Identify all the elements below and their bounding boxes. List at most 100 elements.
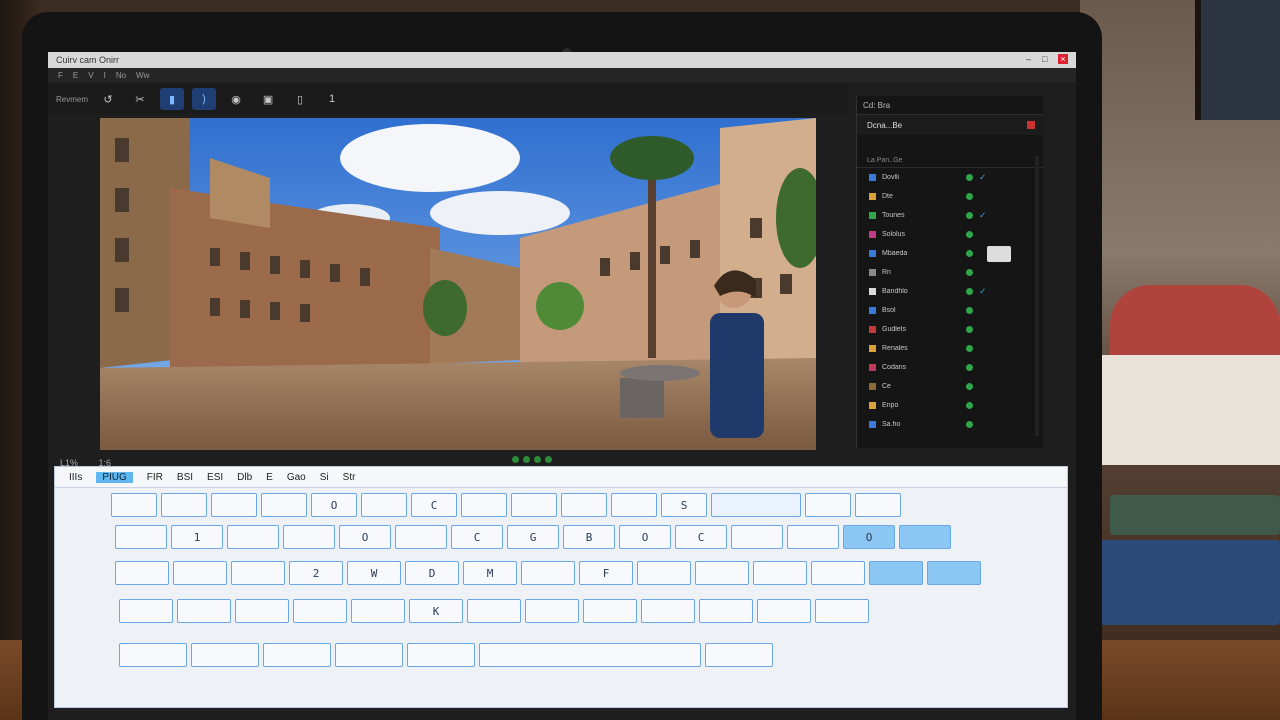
keyboard-key[interactable] [111,493,157,517]
check-icon[interactable]: ✓ [979,286,987,297]
visibility-icon[interactable] [966,212,973,219]
minimize-button[interactable]: – [1026,54,1036,64]
visibility-icon[interactable] [966,269,973,276]
keyboard-key[interactable]: O [311,493,357,517]
keyboard-key[interactable] [335,643,403,667]
select-icon[interactable]: ▮ [160,88,185,110]
visibility-icon[interactable] [966,364,973,371]
keyboard-key[interactable] [561,493,607,517]
toolbar-item[interactable]: Str [343,472,356,483]
keyboard-key[interactable]: C [451,525,503,549]
keyboard-key[interactable] [177,599,231,623]
keyboard-key[interactable] [351,599,405,623]
keyboard-key[interactable]: 2 [289,561,343,585]
keyboard-key[interactable] [115,561,169,585]
keyboard-key[interactable] [705,643,773,667]
keyboard-key[interactable] [227,525,279,549]
keyboard-key[interactable] [753,561,807,585]
keyboard-key[interactable] [119,599,173,623]
layer-filter[interactable]: La Pan..Ge [857,153,1043,168]
close-button[interactable]: × [1058,54,1068,64]
toolbar-item[interactable]: ESI [207,472,223,483]
toolbar-item[interactable]: Si [320,472,329,483]
layer-row[interactable]: Gudlets [857,320,1043,339]
keyboard-key[interactable] [811,561,865,585]
visibility-icon[interactable] [966,288,973,295]
visibility-icon[interactable] [966,383,973,390]
keyboard-key[interactable]: M [463,561,517,585]
keyboard-key[interactable] [467,599,521,623]
keyboard-key[interactable] [235,599,289,623]
toolbar-item[interactable]: FIR [147,472,163,483]
keyboard-key[interactable] [711,493,801,517]
keyboard-key[interactable] [757,599,811,623]
visibility-icon[interactable] [966,174,973,181]
keyboard-key[interactable] [115,525,167,549]
keyboard-key[interactable]: K [409,599,463,623]
layer-row[interactable]: Dte [857,187,1043,206]
keyboard-key[interactable]: F [579,561,633,585]
layer-row[interactable]: Bsol [857,301,1043,320]
keyboard-key[interactable] [787,525,839,549]
menu-item[interactable]: No [116,71,126,80]
keyboard-key[interactable]: O [843,525,895,549]
keyboard-key[interactable]: C [675,525,727,549]
text-icon[interactable]: 1 [320,88,344,110]
keyboard-key[interactable]: G [507,525,559,549]
keyboard-key[interactable]: B [563,525,615,549]
keyboard-key[interactable] [869,561,923,585]
keyboard-key[interactable] [119,643,187,667]
keyboard-key[interactable] [611,493,657,517]
layer-row[interactable]: Sa.ho [857,415,1043,434]
visibility-icon[interactable] [966,307,973,314]
keyboard-key[interactable] [731,525,783,549]
keyboard-key[interactable]: W [347,561,401,585]
visibility-icon[interactable] [966,326,973,333]
keyboard-key[interactable] [521,561,575,585]
menu-item[interactable]: I [104,71,106,80]
keyboard-key[interactable] [899,525,951,549]
brush-icon[interactable]: ) [192,88,217,110]
layer-row[interactable]: Sololus [857,225,1043,244]
panel-scrollbar[interactable] [1035,156,1039,436]
maximize-button[interactable]: □ [1042,54,1052,64]
keyboard-key[interactable] [461,493,507,517]
keyboard-key[interactable] [695,561,749,585]
menu-item[interactable]: Ww [136,71,149,80]
layer-row[interactable]: Ce [857,377,1043,396]
layer-row[interactable]: Bandhlo ✓ [857,282,1043,301]
keyboard-key[interactable] [283,525,335,549]
toolbar-item[interactable]: Dlb [237,472,252,483]
layer-row[interactable]: Rn [857,263,1043,282]
check-icon[interactable]: ✓ [979,210,987,221]
image-canvas[interactable] [100,118,816,450]
visibility-icon[interactable] [966,231,973,238]
visibility-icon[interactable] [966,421,973,428]
keyboard-key[interactable] [361,493,407,517]
keyboard-key[interactable] [815,599,869,623]
keyboard-key[interactable] [191,643,259,667]
keyboard-key[interactable] [407,643,475,667]
keyboard-key[interactable] [173,561,227,585]
layer-row[interactable]: Renales [857,339,1043,358]
toolbar-item[interactable]: E [266,472,273,483]
keyboard-key[interactable] [805,493,851,517]
layer-row[interactable]: Mbaeda [857,244,1043,263]
keyboard-key[interactable] [395,525,447,549]
keyboard-key[interactable]: O [339,525,391,549]
keyboard-key[interactable] [927,561,981,585]
keyboard-key[interactable]: D [405,561,459,585]
keyboard-key[interactable] [583,599,637,623]
keyboard-key[interactable] [855,493,901,517]
toolbar-item[interactable]: PIUG [96,471,133,483]
frame-icon[interactable]: ▯ [288,88,312,110]
menu-item[interactable]: E [73,71,78,80]
visibility-icon[interactable] [966,402,973,409]
layer-row[interactable]: Codans [857,358,1043,377]
visibility-icon[interactable] [966,345,973,352]
panel-subheader[interactable]: Dcna...Be [857,115,1043,135]
keyboard-key[interactable]: C [411,493,457,517]
check-icon[interactable]: ✓ [979,172,987,183]
keyboard-key[interactable] [161,493,207,517]
menu-item[interactable]: V [88,71,93,80]
